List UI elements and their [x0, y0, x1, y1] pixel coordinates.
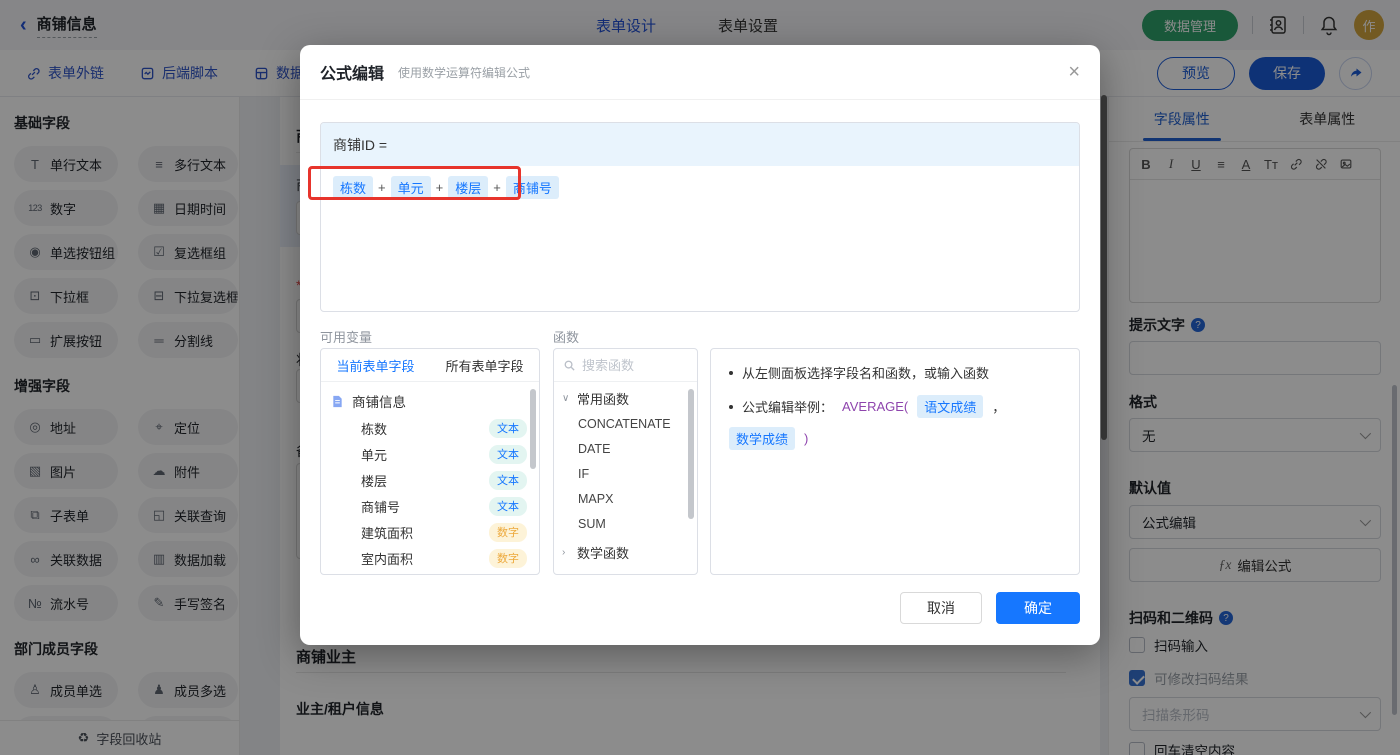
formula-expression[interactable]: 栋数 + 单元 + 楼层 + 商铺号: [321, 166, 1079, 209]
function-group-text[interactable]: › 文本函数: [554, 565, 697, 574]
modal-actions: 取消 确定: [900, 592, 1080, 624]
variables-label: 可用变量: [320, 330, 373, 345]
variable-row[interactable]: 栋数 文本: [321, 415, 539, 441]
formula-edit-modal: 公式编辑 使用数学运算符编辑公式 × 商铺ID = 栋数 + 单元 + 楼层 +…: [300, 45, 1100, 645]
bullet: [729, 404, 733, 409]
variables-panel: 当前表单字段 所有表单字段 商铺信息 栋数 文本 单元 文本 楼层 文本 商铺号 文本 …: [320, 348, 540, 575]
type-badge: 文本: [489, 496, 527, 516]
formula-help-panel: 从左侧面板选择字段名和函数，或输入函数 公式编辑举例： AVERAGE( 语文成…: [710, 348, 1080, 575]
tab-current-form-fields[interactable]: 当前表单字段: [336, 356, 414, 375]
function-item[interactable]: IF: [554, 461, 697, 486]
example-token: 数学成绩: [729, 427, 796, 450]
confirm-button[interactable]: 确定: [996, 592, 1080, 624]
formula-token[interactable]: 单元: [390, 176, 431, 199]
caret-right-icon: ›: [562, 547, 566, 558]
caret-down-icon: ∨: [562, 393, 570, 404]
formula-token[interactable]: 栋数: [333, 176, 374, 199]
help-line-2: 公式编辑举例： AVERAGE( 语文成绩 ， 数学成绩 ): [729, 395, 1061, 450]
type-badge: 文本: [489, 418, 527, 438]
bullet: [729, 370, 733, 375]
plus-operator: +: [378, 180, 386, 195]
formula-target: 商铺ID =: [321, 123, 1079, 166]
type-badge: 文本: [489, 444, 527, 464]
function-search-input[interactable]: [582, 357, 677, 373]
variable-row[interactable]: 建筑面积 数字: [321, 519, 539, 545]
functions-label: 函数: [553, 330, 580, 345]
search-icon: [564, 360, 575, 371]
variables-tabs: 当前表单字段 所有表单字段: [321, 349, 539, 382]
function-item[interactable]: DATE: [554, 436, 697, 461]
variable-row[interactable]: 楼层 文本: [321, 467, 539, 493]
variable-row[interactable]: 商铺号 文本: [321, 493, 539, 519]
function-item[interactable]: MAPX: [554, 486, 697, 511]
tab-all-form-fields[interactable]: 所有表单字段: [445, 356, 523, 375]
type-badge: 数字: [489, 522, 527, 542]
document-icon: [333, 395, 342, 407]
function-group-math[interactable]: › 数学函数: [554, 536, 697, 565]
formula-token[interactable]: 商铺号: [505, 176, 559, 199]
modal-subtitle: 使用数学运算符编辑公式: [398, 65, 531, 80]
plus-operator: +: [493, 180, 501, 195]
function-name: AVERAGE(: [842, 399, 909, 414]
formula-token[interactable]: 楼层: [448, 176, 489, 199]
formula-editor-box[interactable]: 商铺ID = 栋数 + 单元 + 楼层 + 商铺号: [320, 122, 1080, 312]
function-search[interactable]: [554, 349, 697, 382]
example-token: 语文成绩: [917, 395, 984, 418]
function-group-common[interactable]: ∨ 常用函数: [554, 382, 697, 411]
close-icon[interactable]: ×: [1068, 62, 1080, 82]
variables-group[interactable]: 商铺信息: [321, 382, 539, 415]
type-badge: 数字: [489, 548, 527, 568]
plus-operator: +: [435, 180, 444, 195]
functions-scrollbar[interactable]: [688, 389, 694, 519]
variables-scrollbar[interactable]: [530, 389, 536, 469]
function-item[interactable]: CONCATENATE: [554, 411, 697, 436]
modal-title: 公式编辑: [320, 66, 385, 83]
function-item[interactable]: SUM: [554, 511, 697, 536]
function-close: ): [804, 431, 809, 446]
variable-row[interactable]: 单元 文本: [321, 441, 539, 467]
modal-header: 公式编辑 使用数学运算符编辑公式 ×: [300, 45, 1100, 100]
help-line-1: 从左侧面板选择字段名和函数，或输入函数: [729, 363, 1061, 382]
variable-row[interactable]: 室内面积 数字: [321, 545, 539, 571]
functions-panel: ∨ 常用函数 CONCATENATE DATE IF MAPX SUM › 数学…: [553, 348, 698, 575]
type-badge: 文本: [489, 470, 527, 490]
cancel-button[interactable]: 取消: [900, 592, 982, 624]
